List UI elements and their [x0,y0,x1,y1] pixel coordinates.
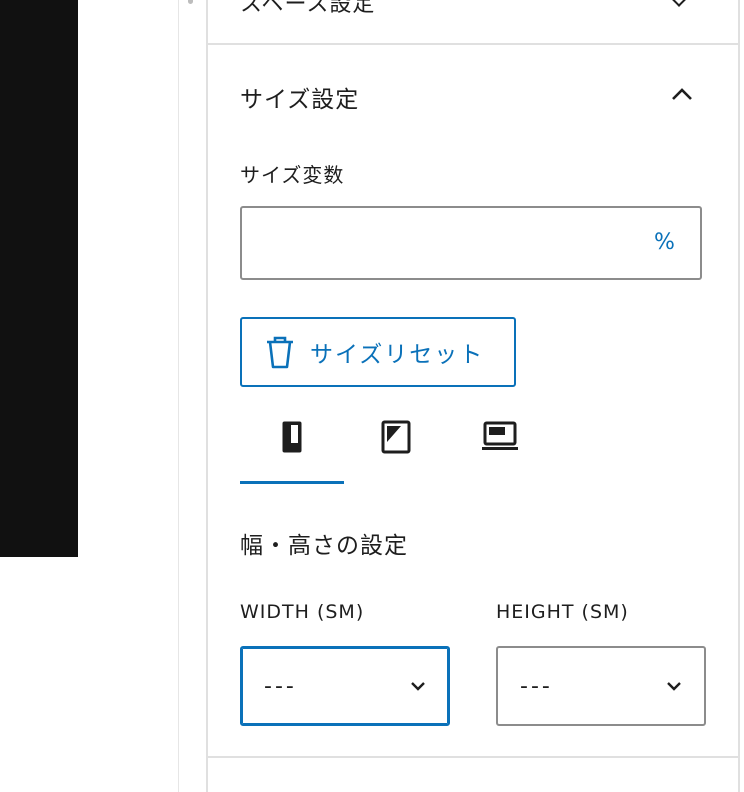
chevron-down-icon[interactable] [669,0,689,7]
sidebar-border-right [738,0,740,792]
resize-handle-mark [188,0,193,4]
tab-mobile[interactable] [240,408,344,484]
height-select[interactable]: --- [496,646,706,726]
canvas-dark-block [0,0,78,557]
tab-laptop[interactable] [448,408,552,484]
panel-separator [208,756,738,758]
divider [178,0,179,792]
height-select-label: HEIGHT (SM) [496,601,629,623]
height-select-value: --- [520,674,553,699]
width-select[interactable]: --- [240,646,450,726]
mobile-icon [281,420,303,458]
panel-separator [208,43,738,45]
width-select-label: WIDTH (SM) [240,601,365,623]
chevron-down-icon [666,678,682,694]
dimensions-heading: 幅・高さの設定 [240,533,408,559]
size-variable-label: サイズ変数 [240,163,345,187]
width-select-value: --- [264,674,297,699]
tablet-icon [381,420,411,458]
previous-panel-title[interactable]: スペース設定 [240,0,375,18]
tab-tablet[interactable] [344,408,448,484]
chevron-down-icon [410,678,426,694]
size-variable-input[interactable] [242,208,622,278]
laptop-icon [481,420,519,456]
size-reset-label: サイズリセット [310,342,485,368]
unit-label: % [654,230,675,255]
trash-icon [264,334,296,370]
size-reset-button[interactable]: サイズリセット [240,317,516,387]
sidebar-border [206,0,208,792]
chevron-up-icon[interactable] [668,80,696,108]
active-tab-indicator [240,481,344,484]
panel-title[interactable]: サイズ設定 [240,80,359,114]
editor-page: スペース設定 サイズ設定 サイズ変数 % サイズリセット 幅・高さの設定 WID… [0,0,744,792]
size-variable-field: % [240,206,702,280]
